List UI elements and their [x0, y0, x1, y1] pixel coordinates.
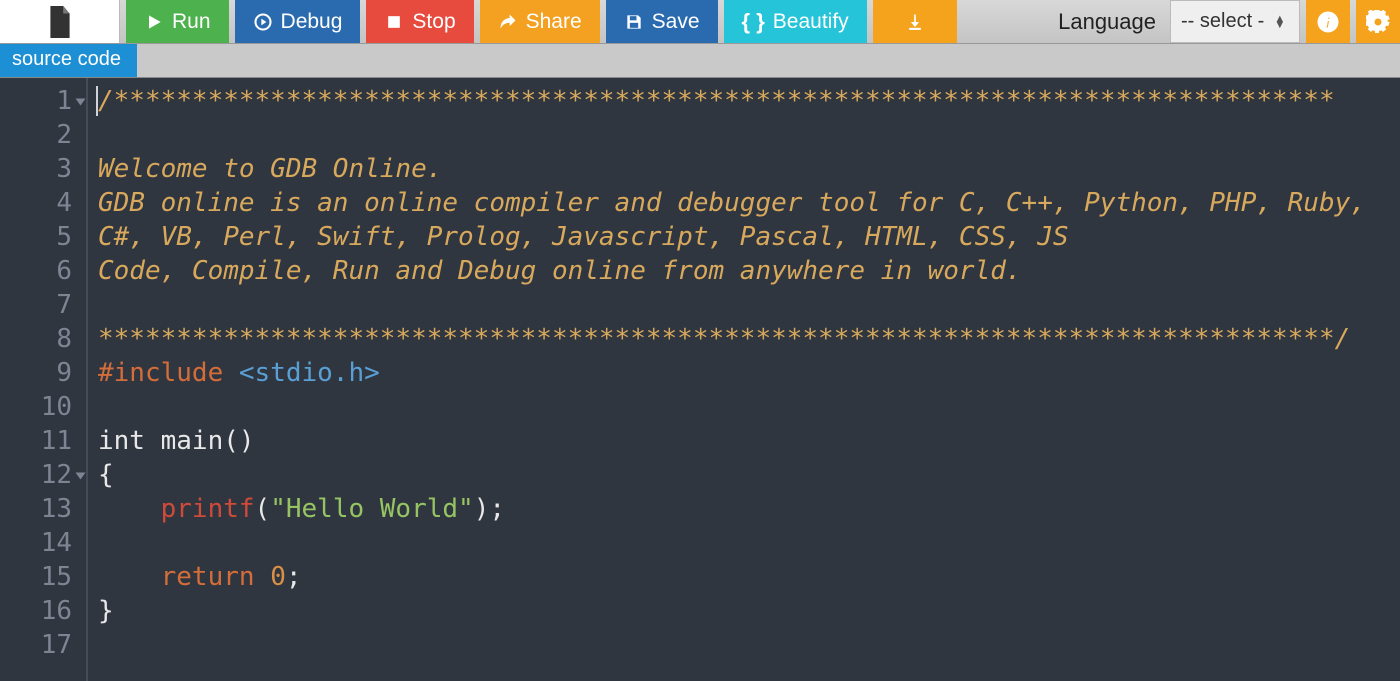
code-line[interactable] — [98, 390, 1400, 424]
line-number: 3 — [0, 152, 72, 186]
code-line[interactable]: return 0; — [98, 560, 1400, 594]
code-line[interactable]: /***************************************… — [98, 84, 1400, 118]
code-line[interactable] — [98, 628, 1400, 662]
share-button[interactable]: Share — [480, 0, 600, 43]
code-area[interactable]: /***************************************… — [88, 78, 1400, 681]
line-number: 14 — [0, 526, 72, 560]
code-line[interactable]: #include <stdio.h> — [98, 356, 1400, 390]
info-button[interactable]: i — [1306, 0, 1350, 43]
line-number: 10 — [0, 390, 72, 424]
stop-icon — [384, 12, 404, 32]
save-icon — [624, 12, 644, 32]
code-line[interactable]: } — [98, 594, 1400, 628]
language-selected: -- select - — [1181, 10, 1264, 33]
tab-source-code[interactable]: source code — [0, 44, 137, 77]
code-line[interactable]: Welcome to GDB Online. — [98, 152, 1400, 186]
code-line[interactable] — [98, 118, 1400, 152]
line-number: 9 — [0, 356, 72, 390]
debug-label: Debug — [281, 10, 343, 34]
beautify-label: Beautify — [773, 10, 849, 34]
code-line[interactable]: ****************************************… — [98, 322, 1400, 356]
run-label: Run — [172, 10, 211, 34]
debug-button[interactable]: Debug — [235, 0, 361, 43]
code-line[interactable]: Code, Compile, Run and Debug online from… — [98, 254, 1400, 288]
line-number: 8 — [0, 322, 72, 356]
line-number: 17 — [0, 628, 72, 662]
code-line[interactable]: GDB online is an online compiler and deb… — [98, 186, 1400, 220]
code-line[interactable] — [98, 288, 1400, 322]
line-number: 13 — [0, 492, 72, 526]
new-file-button[interactable] — [0, 0, 120, 43]
download-icon — [905, 12, 925, 32]
line-number: 1 — [0, 84, 72, 118]
tab-bar: source code — [0, 44, 1400, 78]
code-line[interactable] — [98, 526, 1400, 560]
save-button[interactable]: Save — [606, 0, 718, 43]
debug-icon — [253, 12, 273, 32]
line-number: 7 — [0, 288, 72, 322]
code-line[interactable]: printf("Hello World"); — [98, 492, 1400, 526]
line-number: 15 — [0, 560, 72, 594]
share-icon — [498, 12, 518, 32]
line-number: 2 — [0, 118, 72, 152]
line-gutter: 1234567891011121314151617 — [0, 78, 88, 681]
share-label: Share — [526, 10, 582, 34]
play-icon — [144, 12, 164, 32]
beautify-button[interactable]: { } Beautify — [724, 0, 867, 43]
line-number: 12 — [0, 458, 72, 492]
line-number: 11 — [0, 424, 72, 458]
stop-button[interactable]: Stop — [366, 0, 473, 43]
download-button[interactable] — [873, 0, 957, 43]
toolbar: Run Debug Stop Share Save { } Beautify L… — [0, 0, 1400, 44]
braces-icon: { } — [742, 9, 765, 35]
code-line[interactable]: C#, VB, Perl, Swift, Prolog, Javascript,… — [98, 220, 1400, 254]
line-number: 16 — [0, 594, 72, 628]
info-icon: i — [1316, 10, 1340, 34]
language-select[interactable]: -- select - ▲▼ — [1170, 0, 1300, 43]
code-line[interactable]: { — [98, 458, 1400, 492]
code-editor[interactable]: 1234567891011121314151617 /*************… — [0, 78, 1400, 681]
settings-button[interactable] — [1356, 0, 1400, 43]
gear-icon — [1366, 10, 1390, 34]
run-button[interactable]: Run — [126, 0, 229, 43]
language-label: Language — [1058, 0, 1164, 43]
svg-text:i: i — [1326, 15, 1331, 32]
line-number: 6 — [0, 254, 72, 288]
line-number: 4 — [0, 186, 72, 220]
stop-label: Stop — [412, 10, 455, 34]
toolbar-spacer — [963, 0, 1052, 43]
code-line[interactable]: int main() — [98, 424, 1400, 458]
select-caret-icon: ▲▼ — [1274, 16, 1285, 28]
line-number: 5 — [0, 220, 72, 254]
file-icon — [47, 6, 73, 38]
save-label: Save — [652, 10, 700, 34]
